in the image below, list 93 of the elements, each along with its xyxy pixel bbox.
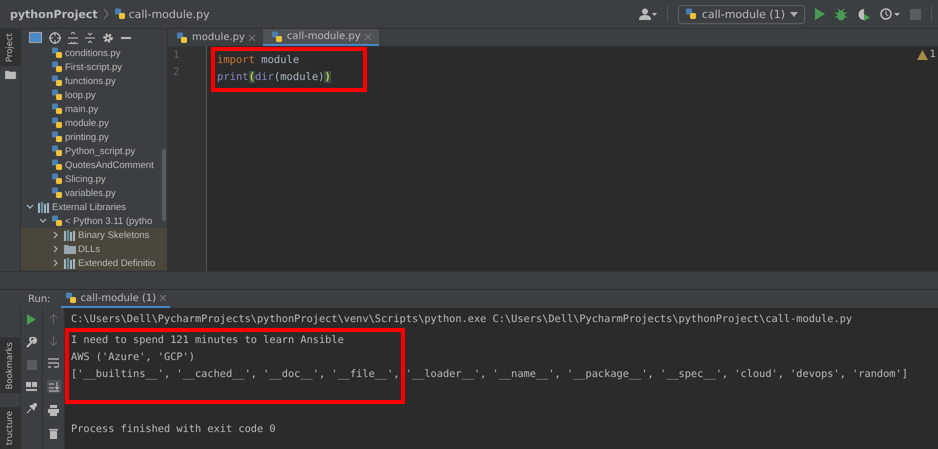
tree-item[interactable]: functions.py [21, 74, 167, 88]
library-icon [64, 258, 76, 268]
python-file-icon [51, 187, 63, 199]
status-line: Process finished with exit code 0 [71, 422, 277, 437]
tree-item-label: variables.py [65, 188, 116, 198]
file-breadcrumb[interactable]: call-module.py [128, 8, 210, 20]
python-file-icon [51, 159, 63, 171]
tree-item-label: printing.py [65, 132, 109, 142]
caret-icon [790, 12, 798, 16]
python-file-icon [51, 103, 63, 115]
tree-item[interactable]: module.py [21, 116, 167, 130]
python-file-icon [176, 32, 188, 44]
python-file-icon [51, 47, 63, 59]
tree-item[interactable]: Python_script.py [21, 144, 167, 158]
python-file-icon [51, 117, 63, 129]
run-configuration-dropdown[interactable]: call-module (1) [678, 4, 805, 24]
python-file-icon [114, 8, 126, 20]
python-icon [51, 215, 63, 227]
tree-item[interactable]: printing.py [21, 130, 167, 144]
tree-item[interactable]: Extended Definitio [21, 256, 167, 270]
command-line: C:\Users\Dell\PycharmProjects\pythonProject\venv\Scripts\python.exe C:\Users\Dell\PycharmProjects\pythonProject\call-module.py [71, 312, 854, 327]
output-line: AWS ('Azure', 'GCP') [71, 350, 196, 365]
python-file-icon [51, 89, 63, 101]
python-file-icon [51, 145, 63, 157]
settings-icon[interactable] [102, 32, 114, 44]
tree-item[interactable]: Slicing.py [21, 172, 167, 186]
tree-item[interactable]: main.py [21, 102, 167, 116]
tree-item-label: DLLs [78, 244, 100, 254]
scroll-to-end-icon[interactable] [46, 380, 60, 393]
python-icon [64, 292, 77, 304]
tree-item-label: loop.py [65, 90, 96, 100]
tree-item-label: Binary Skeletons [78, 230, 150, 240]
tree-item[interactable]: DLLs [21, 242, 167, 256]
python-file-icon [51, 61, 63, 73]
expand-all-icon[interactable] [68, 32, 78, 44]
tree-item-label: Extended Definitio [78, 258, 156, 268]
tree-item[interactable]: conditions.py [21, 46, 167, 60]
python-file-icon [51, 173, 63, 185]
library-icon [64, 230, 76, 240]
run-tab[interactable]: call-module (1) [60, 290, 170, 308]
tree-item[interactable]: variables.py [21, 186, 167, 200]
soft-wrap-icon[interactable] [48, 358, 59, 368]
trash-icon[interactable] [49, 428, 58, 439]
tree-item[interactable]: < Python 3.11 (pytho [21, 214, 167, 228]
tree-item[interactable]: First-script.py [21, 60, 167, 74]
folder-icon [4, 70, 16, 80]
output-line: I need to spend 121 minutes to learn Ansible [71, 333, 345, 348]
project-side-tab[interactable]: Project [0, 29, 20, 66]
tree-item[interactable]: Binary Skeletons [21, 228, 167, 242]
tree-item-label: < Python 3.11 (pytho [65, 216, 152, 226]
python-file-icon [270, 30, 283, 42]
wrench-icon[interactable] [26, 337, 37, 348]
tree-item-label: QuotesAndComment [65, 160, 154, 170]
bookmarks-side-tab[interactable]: Bookmarks [0, 338, 20, 394]
folder-icon [64, 244, 76, 254]
layout-icon[interactable] [26, 382, 37, 391]
tree-item-label: Slicing.py [65, 174, 106, 184]
profiler-icon[interactable] [880, 8, 900, 20]
tree-item-label: Python_script.py [65, 146, 136, 156]
tree-item-label: module.py [65, 118, 109, 128]
editor-tab[interactable]: call-module.py [262, 29, 379, 46]
run-icon[interactable] [27, 314, 36, 325]
warning-icon[interactable] [916, 50, 928, 60]
run-icon[interactable] [815, 8, 825, 20]
coverage-icon[interactable] [857, 8, 870, 20]
code-line: import module [217, 53, 300, 68]
code-line: print(dir(module)) [217, 70, 331, 85]
target-icon[interactable] [49, 32, 61, 44]
user-icon[interactable] [638, 8, 657, 20]
tree-item-label: First-script.py [65, 62, 122, 72]
library-icon [38, 202, 50, 212]
breadcrumb-separator-icon [102, 8, 110, 20]
tree-item-label: functions.py [65, 76, 116, 86]
tree-item-label: conditions.py [65, 48, 120, 58]
bug-icon[interactable] [835, 8, 847, 20]
editor-tab[interactable]: module.py [168, 29, 263, 46]
run-label: Run: [28, 294, 51, 304]
tree-item-label: main.py [65, 104, 98, 114]
minimize-icon[interactable] [121, 36, 131, 38]
tree-item-label: External Libraries [52, 202, 126, 212]
tree-item[interactable]: QuotesAndComment [21, 158, 167, 172]
project-breadcrumb[interactable]: pythonProject [10, 8, 98, 20]
python-file-icon [51, 131, 63, 143]
print-icon[interactable] [48, 405, 59, 416]
python-file-icon [51, 75, 63, 87]
tree-item[interactable]: External Libraries [21, 200, 167, 214]
pin-icon[interactable] [26, 403, 37, 414]
tree-item[interactable]: loop.py [21, 88, 167, 102]
warning-count[interactable]: 1 [930, 49, 936, 60]
python-icon [684, 8, 697, 20]
structure-side-tab[interactable]: tructure [0, 406, 20, 449]
output-line: ['__builtins__', '__cached__', '__doc__', '__file__', '__loader__', '__name__', '__package__', '__spec__', 'cloud', 'devops', 'random'] [71, 367, 909, 382]
collapse-all-icon[interactable] [85, 32, 95, 44]
